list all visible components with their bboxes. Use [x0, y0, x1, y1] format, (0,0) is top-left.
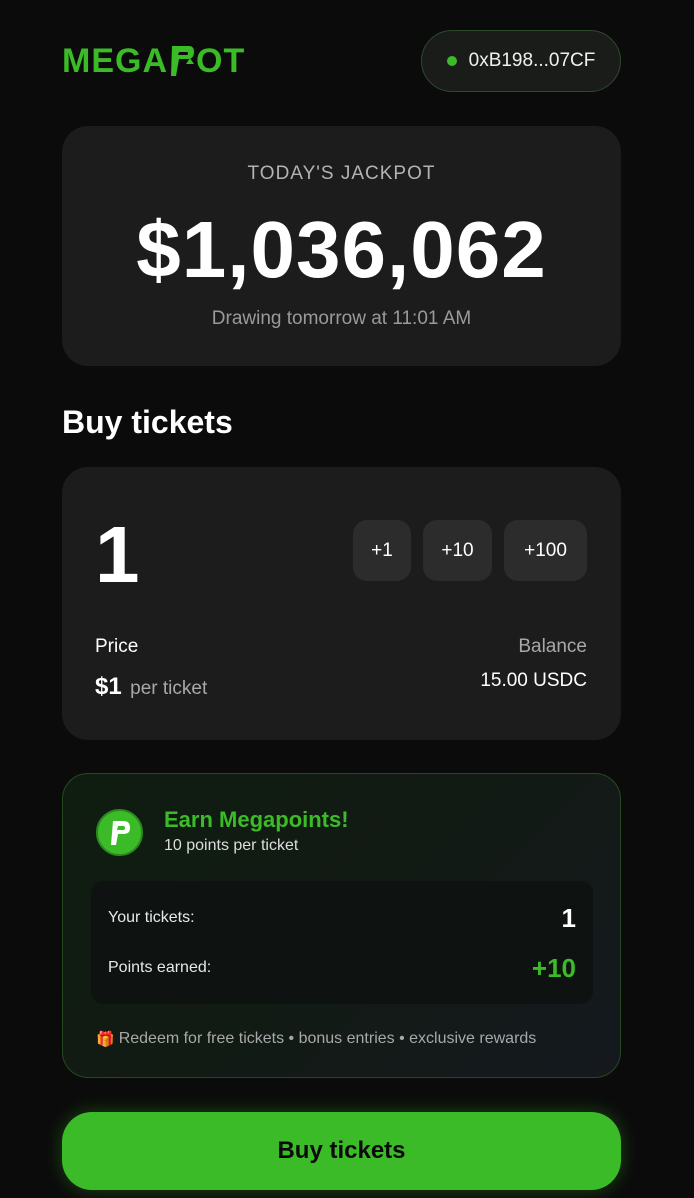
- jackpot-card: TODAY'S JACKPOT $1,036,062 Drawing tomor…: [62, 126, 621, 366]
- price-label: Price: [95, 636, 139, 657]
- increment-buttons: +1 +10 +100: [353, 520, 587, 581]
- your-tickets-value: 1: [561, 903, 576, 933]
- wallet-button[interactable]: 0xB198...07CF: [421, 30, 621, 92]
- megapoints-p-icon: [110, 820, 130, 845]
- drawing-time: Drawing tomorrow at 11:01 AM: [211, 308, 472, 329]
- points-earned-value: +10: [531, 953, 576, 983]
- megapoints-subtitle: 10 points per ticket: [164, 837, 299, 854]
- price-unit: per ticket: [130, 678, 208, 699]
- your-tickets-label: Your tickets:: [108, 909, 195, 926]
- price-value: $1: [95, 673, 122, 700]
- logo-text-right: OT: [196, 42, 246, 80]
- points-earned-label: Points earned:: [108, 959, 212, 976]
- points-summary: Your tickets: 1 Points earned: +10: [91, 881, 593, 1004]
- app-page: MEGA OT 0xB198...07CF TODAY'S JACKPOT $1…: [0, 0, 694, 1198]
- wallet-address: 0xB198...07CF: [468, 50, 596, 71]
- megapot-logo[interactable]: MEGA OT: [62, 42, 245, 80]
- add-10-button[interactable]: +10: [423, 520, 492, 581]
- gift-icon: 🎁: [96, 1031, 115, 1048]
- connected-status-dot-icon: [446, 56, 457, 66]
- megapot-logo-mark-icon: [171, 46, 194, 76]
- ticket-quantity[interactable]: 1: [95, 513, 140, 597]
- megapoints-footer: 🎁 Redeem for free tickets • bonus entrie…: [96, 1030, 536, 1048]
- jackpot-label: TODAY'S JACKPOT: [247, 163, 436, 184]
- buy-tickets-button[interactable]: Buy tickets: [62, 1112, 621, 1190]
- price-line: $1 per ticket: [95, 673, 207, 701]
- megapoints-card: Earn Megapoints! 10 points per ticket Yo…: [62, 773, 621, 1078]
- add-1-button[interactable]: +1: [353, 520, 411, 581]
- ticket-purchase-card: 1 +1 +10 +100 Price $1 per ticket Balanc…: [62, 467, 621, 740]
- header: MEGA OT 0xB198...07CF: [62, 30, 621, 92]
- buy-tickets-heading: Buy tickets: [62, 404, 233, 440]
- add-100-button[interactable]: +100: [504, 520, 587, 581]
- logo-text-left: MEGA: [62, 42, 168, 80]
- megapoints-title: Earn Megapoints!: [164, 807, 349, 832]
- megapoints-badge-icon: [96, 809, 143, 856]
- jackpot-amount: $1,036,062: [136, 205, 547, 294]
- balance-value: 15.00 USDC: [480, 670, 587, 691]
- balance-label: Balance: [518, 636, 587, 657]
- megapoints-footer-text: Redeem for free tickets • bonus entries …: [118, 1030, 537, 1047]
